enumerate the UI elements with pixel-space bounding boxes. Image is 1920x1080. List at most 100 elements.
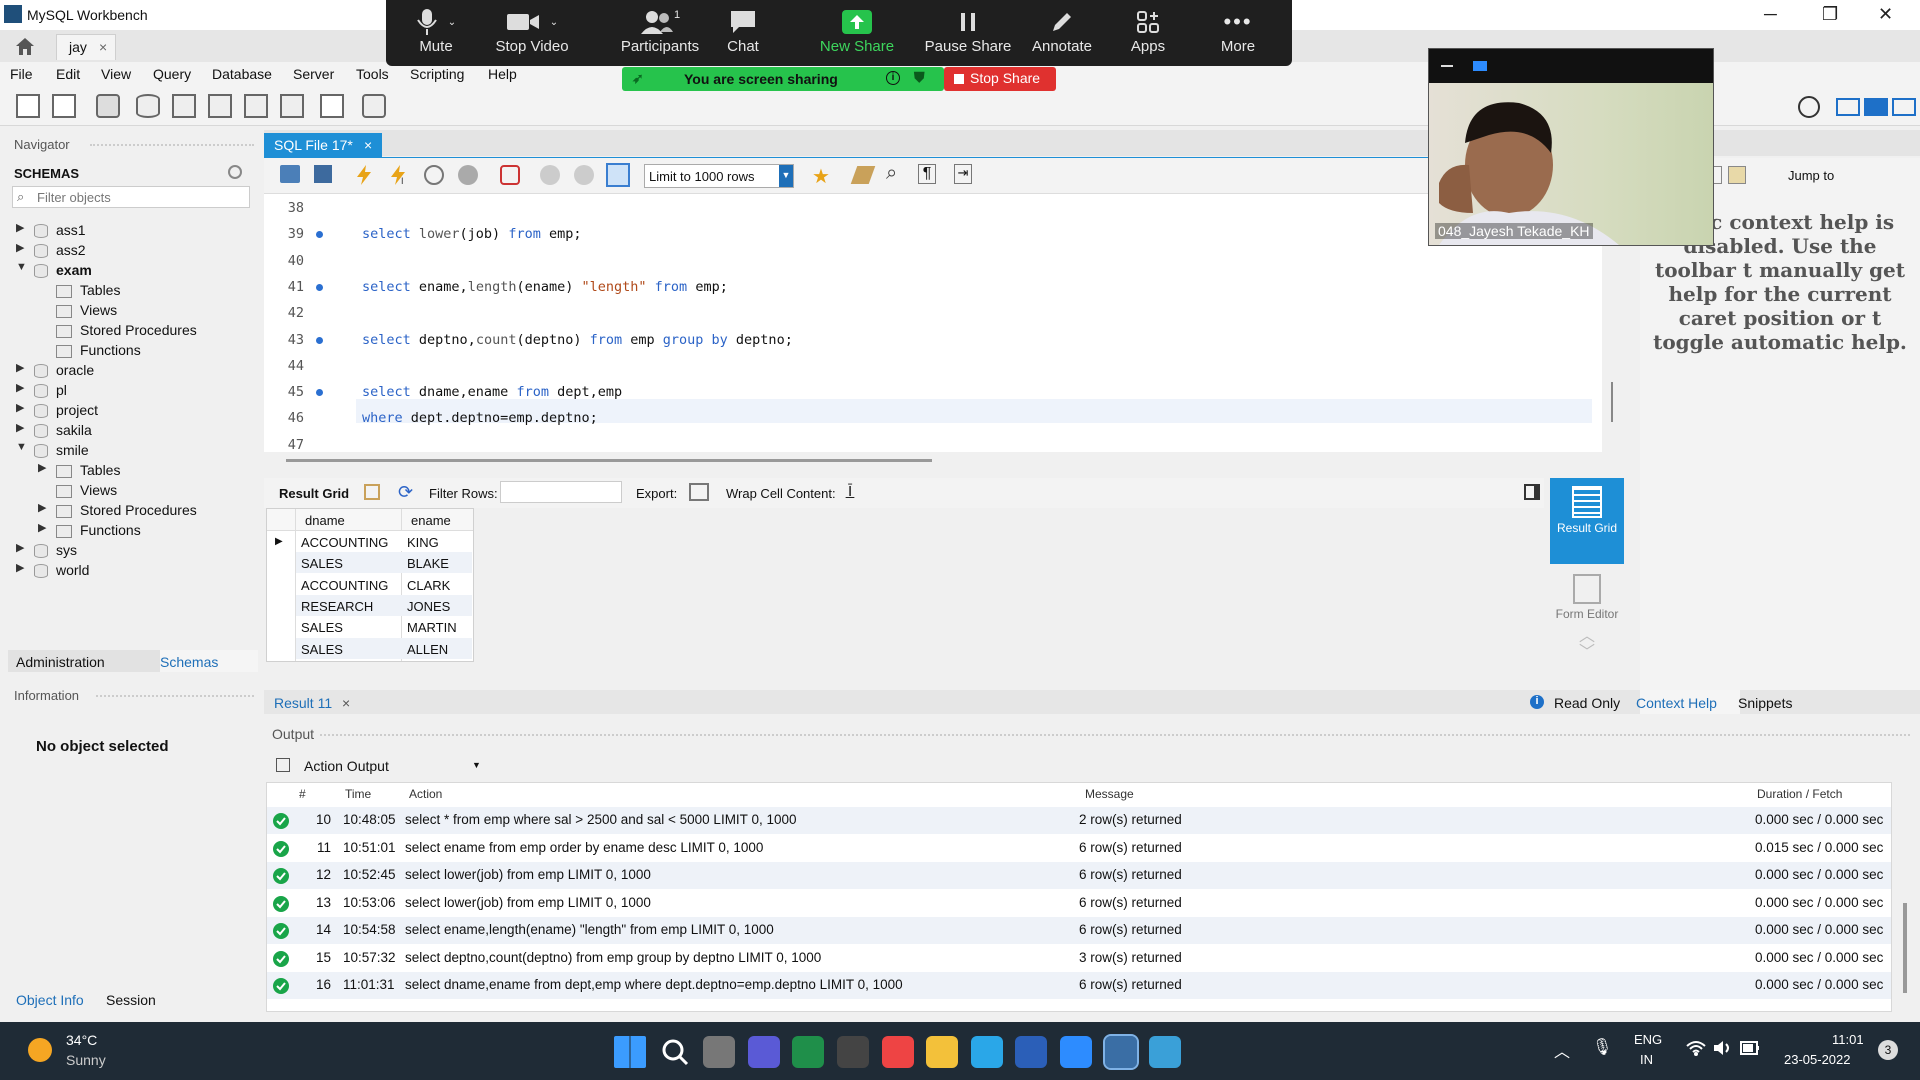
weather-temp[interactable]: 34°C [66,1032,97,1048]
sql-editor[interactable]: 38 39 select lower(job) from emp; 40 41 selec… [264,194,1613,453]
connection-tab[interactable]: jay × [56,34,116,60]
output-row[interactable]: 11 10:51:01 select ename from emp order by… [267,835,1891,862]
info-icon[interactable]: i [886,71,900,85]
tab-context-help[interactable]: Context Help [1636,695,1717,711]
word-icon[interactable] [1015,1036,1048,1068]
clock-time[interactable]: 11:01 [1832,1032,1864,1047]
pause-share-button[interactable]: Pause Share [916,6,1020,55]
schema-tree-item[interactable]: ▶ sys [16,542,77,559]
output-row[interactable]: 14 10:54:58 select ename,length(ename) "le… [267,917,1891,944]
expand-arrow-icon[interactable]: ▶ [16,241,24,254]
schema-tree-item[interactable]: ▶ Tables [38,462,120,478]
microphone-icon[interactable]: 🎙 [1592,1037,1612,1057]
expand-arrow-icon[interactable]: ▶ [16,541,24,554]
expand-arrow-icon[interactable]: ▶ [16,561,24,574]
cell-dname[interactable]: ACCOUNTING [301,578,388,593]
chevron-up-down-icon[interactable]: ︿ ﹀ [1550,629,1624,661]
speaker-icon[interactable] [1712,1040,1732,1056]
rollback-icon[interactable] [574,165,594,185]
new-share-button[interactable]: New Share [804,6,910,55]
toggle-sidebar-icon[interactable] [1836,98,1860,116]
export-icon[interactable] [689,483,709,501]
menu-database[interactable]: Database [212,66,272,82]
output-row[interactable]: 15 10:57:32 select deptno,count(deptno) fr… [267,945,1891,972]
annotate-button[interactable]: Annotate [1016,6,1108,55]
cell-ename[interactable]: BLAKE [407,556,449,571]
expand-arrow-icon[interactable]: ▶ [16,421,24,434]
skype-icon[interactable] [970,1036,1003,1068]
create-function-icon[interactable] [280,94,304,118]
participants-button[interactable]: 1 Participants [608,6,712,55]
refresh-icon[interactable]: ⟳ [398,482,413,503]
expand-arrow-icon[interactable]: ▶ [16,381,24,394]
search-icon[interactable] [659,1036,691,1068]
cell-dname[interactable]: RESEARCH [301,599,373,614]
task-view-icon[interactable] [703,1036,736,1068]
create-table-icon[interactable] [172,94,196,118]
zoom-icon[interactable] [1060,1036,1092,1068]
apps-button[interactable]: Apps [1112,6,1184,55]
video-view-icon[interactable] [1473,61,1487,71]
notification-badge[interactable]: 3 [1878,1040,1898,1060]
home-icon[interactable] [14,36,36,56]
cell-dname[interactable]: SALES [301,556,343,571]
menu-help[interactable]: Help [488,66,517,82]
schema-tree-item[interactable]: ▶ ass2 [16,242,86,259]
explain-icon[interactable] [424,165,444,185]
cell-ename[interactable]: JONES [407,599,450,614]
battery-icon[interactable] [1740,1041,1760,1055]
schema-tree-item[interactable]: Tables [56,282,120,298]
cell-ename[interactable]: ALLEN [407,642,448,657]
output-row[interactable]: 12 10:52:45 select lower(job) from emp LIM… [267,862,1891,889]
tab-schemas[interactable]: Schemas [160,654,218,670]
expand-arrow-icon[interactable]: ▶ [16,221,24,234]
notepad-icon[interactable] [1149,1036,1182,1068]
weather-condition[interactable]: Sunny [66,1052,106,1068]
collapse-arrow-icon[interactable]: ▼ [16,261,27,273]
cell-ename[interactable]: CLARK [407,578,450,593]
schema-tree-item[interactable]: ▶ Stored Procedures [38,502,197,518]
save-icon[interactable] [314,165,332,183]
filter-rows-input[interactable] [500,481,622,503]
cell-ename[interactable]: KING [407,535,439,550]
output-scrollbar[interactable] [1903,903,1907,993]
output-row[interactable]: 13 10:53:06 select lower(job) from emp LIM… [267,890,1891,917]
action-output-select[interactable]: Action Output ▼ [272,754,488,778]
toggle-secondary-sidebar-icon[interactable] [1892,98,1916,116]
create-schema-icon[interactable] [136,94,160,118]
chat-button[interactable]: Chat [706,6,780,55]
column-header-dname[interactable]: dname [305,513,345,528]
inspector-icon[interactable] [96,94,120,118]
schema-tree-item[interactable]: Functions [56,342,141,358]
toggle-error-icon[interactable] [500,165,520,185]
clock-date[interactable]: 23-05-2022 [1784,1052,1851,1067]
language-primary[interactable]: ENG [1634,1032,1662,1047]
schema-tree-item[interactable]: ▶ ass1 [16,222,86,239]
sql-file-tab[interactable]: SQL File 17* × [264,133,382,157]
store-icon[interactable] [837,1036,869,1068]
schema-tree-item[interactable]: Stored Procedures [56,322,197,338]
find-icon[interactable]: ⌕ [886,162,897,185]
wrap-cell-icon[interactable]: Ī̲ [848,483,852,500]
open-sql-script-icon[interactable] [52,94,76,118]
result-grid[interactable]: dname ename ▶ ACCOUNTING KING SALES BLAKE AC… [266,508,474,662]
schema-tree-item[interactable]: ▼ smile [16,441,89,459]
wifi-icon[interactable] [1686,1040,1706,1056]
reconnect-icon[interactable] [362,94,386,118]
minimize-icon[interactable]: ─ [1764,4,1777,25]
execute-icon[interactable] [354,164,374,186]
excel-icon[interactable] [792,1036,825,1068]
schema-tree-item[interactable]: Views [56,482,117,498]
stop-video-button[interactable]: ⌄ Stop Video [482,6,582,55]
close-icon[interactable]: ✕ [1878,4,1893,25]
chrome-icon[interactable] [881,1036,914,1068]
invisible-chars-icon[interactable]: ¶ [918,164,936,184]
result-grid-side-button[interactable]: Result Grid [1550,478,1624,564]
output-row[interactable]: 16 11:01:31 select dname,ename from dept,e… [267,972,1891,999]
cell-dname[interactable]: ACCOUNTING [301,535,388,550]
output-row[interactable]: 10 10:48:05 select * from emp where sal > … [267,807,1891,834]
toggle-results-panel-icon[interactable] [1524,484,1540,500]
toggle-output-icon[interactable] [1864,98,1888,116]
result-grid-label[interactable]: Result Grid [279,486,349,501]
minimize-video-icon[interactable] [1441,65,1453,67]
